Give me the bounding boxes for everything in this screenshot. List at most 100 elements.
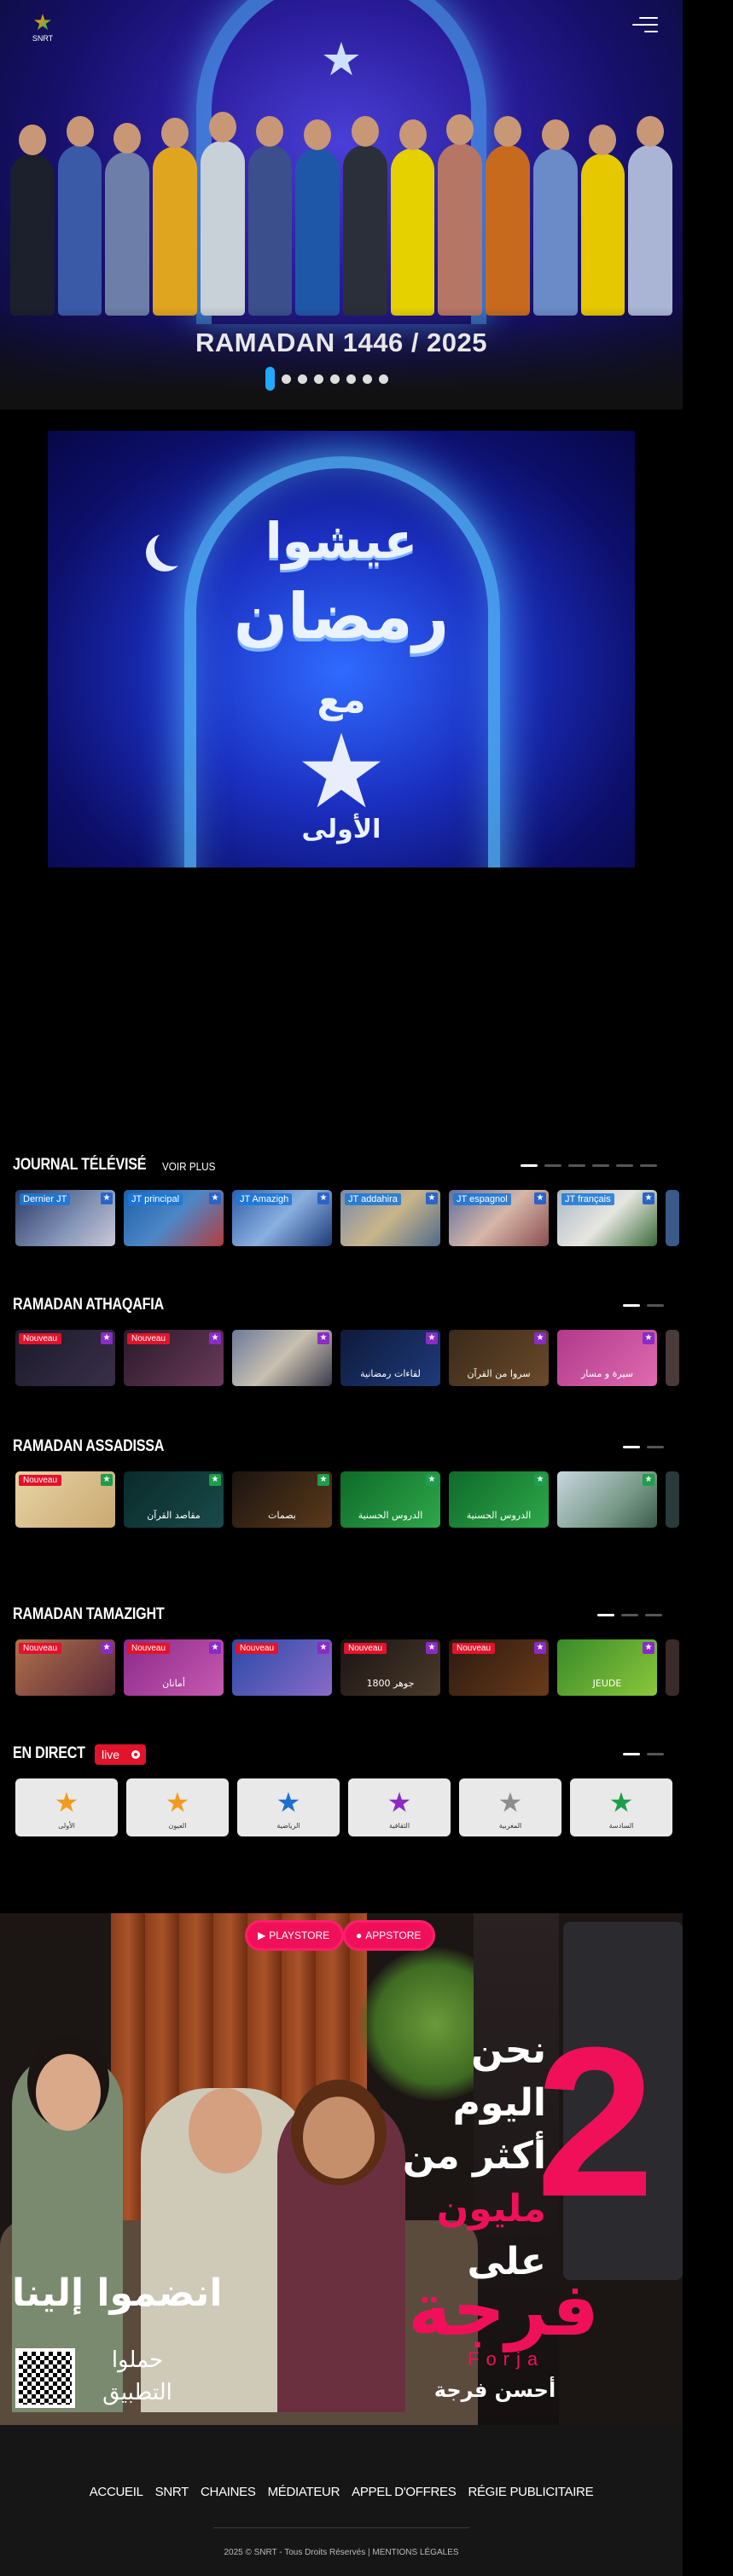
carousel-dots[interactable] [265, 367, 388, 391]
section-athaqafia: RAMADAN ATHAQAFIA Nouveau ★ Nouveau ★ ★ … [0, 1296, 683, 1386]
channel-star-icon: ★ [608, 1787, 634, 1818]
channel-icon: ★ [426, 1474, 438, 1486]
appstore-button[interactable]: ● APPSTORE [343, 1920, 436, 1951]
banner-big-number: 2 [536, 2003, 655, 2241]
video-card[interactable]: JT Amazigh ★ [232, 1190, 332, 1246]
footer-link-appel-offres[interactable]: APPEL D'OFFRES [352, 2485, 457, 2499]
video-card[interactable]: Nouveau ★ [15, 1471, 115, 1528]
footer-divider [213, 2527, 469, 2528]
video-card[interactable]: سيرة و مسار ★ [557, 1330, 657, 1386]
channel-icon: ★ [534, 1642, 546, 1654]
section-journal: JOURNAL TÉLÉVISÉ VOIR PLUS Dernier JT ★ … [0, 1156, 683, 1246]
footer-link-snrt[interactable]: SNRT [155, 2485, 189, 2499]
hero-carousel[interactable]: ★ ★ SNRT RAMADAN 1446 / 2025 [0, 0, 683, 409]
video-card[interactable] [666, 1639, 679, 1696]
channel-icon: ★ [101, 1192, 113, 1204]
video-card[interactable]: بصمات ★ [232, 1471, 332, 1528]
video-card[interactable]: Nouveau ★ [449, 1639, 549, 1696]
video-card[interactable]: لقاءات رمضانية ★ [340, 1330, 440, 1386]
channel-icon: ★ [209, 1192, 221, 1204]
video-card[interactable]: JT principal ★ [124, 1190, 224, 1246]
video-card[interactable] [666, 1190, 679, 1246]
video-card[interactable]: Nouveau أمانان ★ [124, 1639, 224, 1696]
video-card[interactable] [666, 1330, 679, 1386]
section-direct: EN DIRECT live ★ الأولى ★ العيون ★ الريا… [0, 1744, 683, 1836]
carousel-dot[interactable] [282, 374, 291, 384]
row-pager[interactable] [597, 1614, 662, 1616]
channel-laayoune[interactable]: ★ العيون [126, 1778, 229, 1836]
video-card[interactable]: JEUDE ★ [557, 1639, 657, 1696]
video-card[interactable]: Nouveau ★ [15, 1639, 115, 1696]
banner-headline: نحن اليوم أكثر من مليون على [402, 2028, 546, 2283]
video-card[interactable]: سروا من القرآن ★ [449, 1330, 549, 1386]
row-pager[interactable] [623, 1446, 664, 1448]
row-pager[interactable] [623, 1304, 664, 1307]
section-title: EN DIRECT [13, 1744, 85, 1762]
section-assadissa: RAMADAN ASSADISSA Nouveau ★ مقاصد القرآن… [0, 1437, 683, 1528]
video-card[interactable]: ★ [232, 1330, 332, 1386]
footer-link-regie[interactable]: RÉGIE PUBLICITAIRE [468, 2485, 593, 2499]
row-pager[interactable] [623, 1753, 664, 1755]
channel-icon: ★ [643, 1192, 654, 1204]
video-card[interactable]: ★ [557, 1471, 657, 1528]
ramadan-poster[interactable]: عيشوا رمضان مع ★ الأولى [48, 431, 635, 867]
video-card[interactable] [666, 1471, 679, 1528]
footer-copyright: 2025 © SNRT - Tous Droits Réservés | MEN… [224, 2548, 459, 2557]
channel-icon: ★ [209, 1332, 221, 1344]
carousel-dot[interactable] [265, 367, 275, 391]
playstore-button[interactable]: ▶ PLAYSTORE [245, 1920, 345, 1951]
carousel-dot[interactable] [314, 374, 323, 384]
footer-link-accueil[interactable]: ACCUEIL [90, 2485, 143, 2499]
video-card[interactable]: JT addahira ★ [340, 1190, 440, 1246]
footer-link-chaines[interactable]: CHAINES [201, 2485, 256, 2499]
carousel-dot[interactable] [346, 374, 356, 384]
carousel-dot[interactable] [330, 374, 340, 384]
menu-icon[interactable] [632, 17, 658, 36]
carousel-dot[interactable] [363, 374, 372, 384]
channel-icon: ★ [101, 1642, 113, 1654]
channel-icon: ★ [209, 1642, 221, 1654]
forja-app-banner[interactable]: ▶ PLAYSTORE ● APPSTORE نحن اليوم أكثر من م… [0, 1913, 683, 2425]
live-dot-icon [131, 1750, 140, 1759]
footer-links: ACCUEIL SNRT CHAINES MÉDIATEUR APPEL D'O… [0, 2485, 683, 2499]
channel-star-icon: ★ [165, 1787, 190, 1818]
channel-icon: ★ [317, 1192, 329, 1204]
video-card[interactable]: JT espagnol ★ [449, 1190, 549, 1246]
voir-plus-link[interactable]: VOIR PLUS [162, 1160, 215, 1173]
snrt-logo[interactable]: ★ SNRT [27, 10, 58, 48]
carousel-dot[interactable] [379, 374, 388, 384]
video-card[interactable]: Nouveau ★ [124, 1330, 224, 1386]
channel-icon: ★ [101, 1332, 113, 1344]
poster-line-2: رمضان [233, 580, 450, 653]
channel-assadissa[interactable]: ★ السادسة [570, 1778, 672, 1836]
channel-alaoula[interactable]: ★ الأولى [15, 1778, 118, 1836]
channel-athaqafia[interactable]: ★ الثقافية [348, 1778, 451, 1836]
video-card[interactable]: Dernier JT ★ [15, 1190, 115, 1246]
channel-icon: ★ [534, 1474, 546, 1486]
poster-line-1: عيشوا [265, 512, 418, 570]
card-row: Nouveau ★ مقاصد القرآن ★ بصمات ★ الدروس … [15, 1471, 679, 1528]
row-pager[interactable] [521, 1164, 657, 1167]
channel-almaghribia[interactable]: ★ المغربية [459, 1778, 561, 1836]
video-card[interactable]: Nouveau ★ [15, 1330, 115, 1386]
video-card[interactable]: JT français ★ [557, 1190, 657, 1246]
video-card[interactable]: الدروس الحسنية ★ [449, 1471, 549, 1528]
banner-download: حملوا التطبيق [102, 2347, 172, 2405]
video-card[interactable]: Nouveau جوهر 1800 ★ [340, 1639, 440, 1696]
apple-icon: ● [356, 1929, 363, 1941]
channel-star-icon: ★ [497, 1787, 523, 1818]
live-badge: live [95, 1744, 146, 1765]
card-row: Nouveau ★ Nouveau ★ ★ لقاءات رمضانية ★ س… [15, 1330, 679, 1386]
channel-icon: ★ [317, 1474, 329, 1486]
channel-icon: ★ [101, 1474, 113, 1486]
forja-logo-latin: Forja [468, 2348, 545, 2370]
video-card[interactable]: Nouveau ★ [232, 1639, 332, 1696]
forja-logo: فرجة [408, 2267, 599, 2353]
section-title: RAMADAN ATHAQAFIA [13, 1296, 164, 1314]
footer-link-mediateur[interactable]: MÉDIATEUR [268, 2485, 340, 2499]
video-card[interactable]: الدروس الحسنية ★ [340, 1471, 440, 1528]
channel-arryadia[interactable]: ★ الرياضية [237, 1778, 340, 1836]
video-card[interactable]: مقاصد القرآن ★ [124, 1471, 224, 1528]
alaoula-star-icon: ★ [295, 715, 387, 829]
carousel-dot[interactable] [298, 374, 307, 384]
